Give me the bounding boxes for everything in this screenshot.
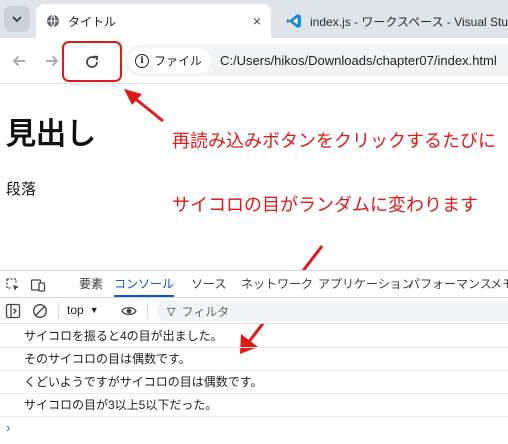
device-toolbar-icon[interactable]: [30, 277, 46, 293]
page-paragraph: 段落: [6, 181, 37, 198]
tab-title: タイトル: [68, 14, 117, 29]
context-selector[interactable]: top ▼: [67, 303, 99, 317]
console-toolbar: top ▼ ▽ フィルタ: [0, 298, 508, 324]
annotation-line-2: サイコロの目がランダムに変わります: [172, 195, 478, 215]
tab-strip: タイトル × index.js - ワークスペース - Visual Studi…: [0, 0, 508, 38]
browser-toolbar: i ファイル C:/Users/hikos/Downloads/chapter0…: [0, 38, 508, 84]
tab-active[interactable]: タイトル ×: [36, 4, 271, 38]
tab-sources[interactable]: ソース: [191, 271, 226, 297]
site-info-chip[interactable]: i ファイル: [128, 48, 212, 73]
arrow-to-reload: [124, 89, 164, 123]
console-log-row: くどいようですがサイコロの目は偶数です。: [0, 371, 508, 394]
tab-elements[interactable]: 要素: [79, 271, 103, 297]
close-icon[interactable]: ×: [253, 14, 261, 28]
console-log-row: サイコロを振ると4の目が出ました。: [0, 325, 508, 348]
tab-vscode[interactable]: index.js - ワークスペース - Visual Studio Code: [276, 4, 508, 38]
toolbar-divider: [147, 303, 148, 319]
tab-title: index.js - ワークスペース - Visual Studio Code: [310, 14, 508, 29]
url-text[interactable]: C:/Users/hikos/Downloads/chapter07/index…: [220, 53, 497, 68]
address-bar[interactable]: i ファイル C:/Users/hikos/Downloads/chapter0…: [125, 45, 508, 76]
page-heading: 見出し: [6, 118, 96, 151]
filter-placeholder: フィルタ: [181, 304, 230, 319]
vscode-icon: [286, 14, 301, 28]
arrow-left-icon: [12, 55, 25, 67]
devtools-tab-bar: 要素 コンソール ソース ネットワーク アプリケーション パフォーマンス メモリ: [0, 270, 508, 298]
tab-performance[interactable]: パフォーマンス: [408, 271, 492, 297]
console-filter-input[interactable]: ▽ フィルタ: [157, 301, 508, 321]
console-log-row: そのサイコロの目は偶数です。: [0, 348, 508, 371]
context-label: top: [67, 303, 84, 317]
eye-icon[interactable]: [121, 303, 137, 319]
inspect-element-icon[interactable]: [5, 277, 21, 293]
tab-network[interactable]: ネットワーク: [241, 271, 313, 297]
tab-console[interactable]: コンソール: [114, 271, 174, 297]
back-button[interactable]: [9, 51, 29, 71]
site-info-label: ファイル: [154, 54, 203, 68]
tab-memory[interactable]: メモリ: [490, 271, 508, 297]
console-prompt[interactable]: ›: [6, 420, 10, 435]
globe-icon: [47, 14, 59, 28]
reload-icon: [86, 55, 99, 68]
arrow-right-icon: [46, 55, 59, 67]
caret-down-icon: ▼: [89, 305, 99, 315]
active-tab-indicator: [114, 295, 174, 297]
chevron-down-icon: [12, 16, 22, 23]
forward-button[interactable]: [42, 51, 62, 71]
tab-application[interactable]: アプリケーション: [318, 271, 414, 297]
annotation-line-1: 再読み込みボタンをクリックするたびに: [172, 131, 496, 151]
toolbar-divider: [58, 303, 59, 319]
reload-button[interactable]: [62, 41, 122, 82]
info-icon: i: [135, 53, 149, 68]
filter-icon: ▽: [167, 305, 176, 318]
console-log-row: サイコロの目が3以上5以下だった。: [0, 394, 508, 417]
clear-console-icon[interactable]: [32, 303, 48, 319]
sidebar-toggle-icon[interactable]: [5, 303, 21, 319]
tab-search-button[interactable]: [4, 6, 30, 32]
console-output: サイコロを振ると4の目が出ました。 そのサイコロの目は偶数です。 くどいようです…: [0, 325, 508, 417]
